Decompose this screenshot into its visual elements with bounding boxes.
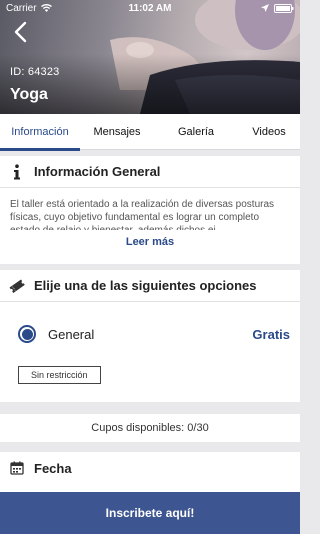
options-header: Elije una de las siguientes opciones [0,270,300,302]
read-more-link[interactable]: Leer más [0,236,300,248]
clock: 11:02 AM [128,2,172,14]
general-info-header: Información General [0,156,300,188]
options-title: Elije una de las siguientes opciones [34,278,257,293]
page-title: Yoga [10,86,48,103]
calendar-icon [8,459,26,477]
enroll-button[interactable]: Inscribete aquí! [0,492,300,534]
option-price: Gratis [252,326,290,342]
date-card: Fecha [0,452,300,492]
options-card: Elije una de las siguientes opciones Gen… [0,270,300,402]
tab-galeria[interactable]: Galería [154,114,238,150]
restriction-badge: Sin restricción [18,366,101,384]
ticket-icon [8,277,26,295]
back-chevron-icon [14,21,27,43]
availability-text: Cupos disponibles: 0/30 [0,414,300,442]
back-button[interactable] [10,20,34,44]
date-title: Fecha [34,460,72,476]
general-info-title: Información General [34,164,161,179]
description-text: El taller está orientado a la realizació… [10,199,275,230]
option-name: General [48,326,95,342]
event-id: ID: 64323 [10,66,60,78]
general-info-card: Información General El taller está orien… [0,156,300,264]
option-general[interactable]: General Gratis [0,322,300,346]
tab-bar: Información Mensajes Galería Videos [0,114,300,151]
status-bar: Carrier 11:02 AM [0,0,300,16]
tab-videos[interactable]: Videos [238,114,300,150]
tab-mensajes[interactable]: Mensajes [80,114,154,150]
tab-informacion[interactable]: Información [0,114,80,151]
info-icon [8,163,26,181]
option-radio[interactable] [18,325,36,343]
date-header: Fecha [0,452,300,484]
